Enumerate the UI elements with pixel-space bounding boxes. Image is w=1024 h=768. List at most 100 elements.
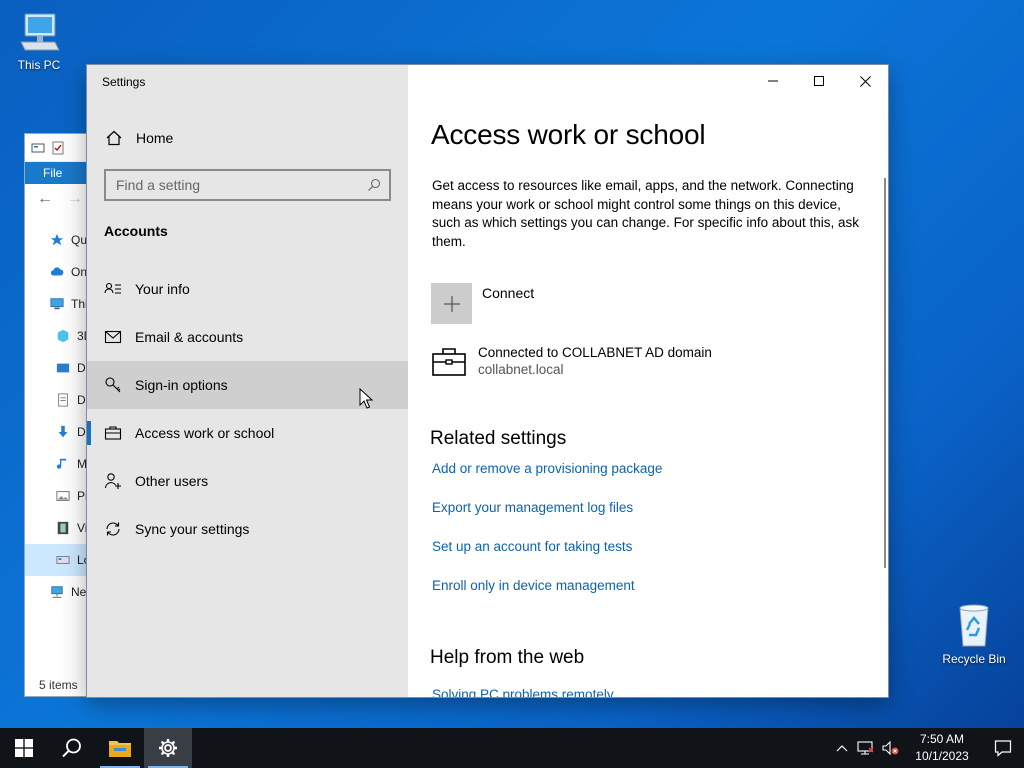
nav-label: Sign-in options bbox=[135, 377, 228, 393]
connect-button[interactable]: Connect bbox=[431, 283, 534, 324]
settings-nav-pane: Settings Home Accounts Your info Email &… bbox=[87, 65, 408, 697]
account-name: Connected to COLLABNET AD domain bbox=[478, 345, 712, 360]
link-solving-pc-problems[interactable]: Solving PC problems remotely bbox=[432, 687, 614, 697]
nav-label: Your info bbox=[135, 281, 190, 297]
this-pc-desktop-icon[interactable]: This PC bbox=[1, 10, 77, 72]
settings-content-pane: Access work or school Get access to reso… bbox=[408, 65, 888, 697]
scrollbar[interactable] bbox=[884, 178, 886, 568]
explorer-nav-row: ← → bbox=[25, 184, 93, 214]
tree-item-network[interactable]: Net bbox=[25, 576, 93, 608]
tree-item-videos[interactable]: Vi bbox=[25, 512, 93, 544]
recycle-bin-desktop-icon[interactable]: Recycle Bin bbox=[936, 602, 1012, 666]
system-tray: 7:50 AM 10/1/2023 bbox=[830, 728, 1024, 768]
maximize-icon bbox=[814, 76, 824, 86]
close-button[interactable] bbox=[842, 65, 888, 97]
search-taskbar-button[interactable] bbox=[48, 728, 96, 768]
notification-icon bbox=[994, 740, 1012, 757]
chevron-up-icon bbox=[836, 745, 848, 752]
person-card-icon bbox=[104, 282, 121, 294]
cube-icon bbox=[57, 329, 69, 343]
tree-item-local-disk[interactable]: Lo bbox=[25, 544, 93, 576]
tree-item-quick-access[interactable]: Qui bbox=[25, 224, 93, 256]
cloud-icon bbox=[50, 267, 64, 276]
nav-item-your-info[interactable]: Your info bbox=[87, 265, 408, 313]
nav-item-email-accounts[interactable]: Email & accounts bbox=[87, 313, 408, 361]
connected-account-item[interactable]: Connected to COLLABNET AD domain collabn… bbox=[432, 345, 712, 377]
volume-tray-button[interactable] bbox=[878, 728, 902, 768]
clock[interactable]: 7:50 AM 10/1/2023 bbox=[902, 731, 982, 765]
desktop-folder-icon bbox=[56, 363, 70, 373]
file-explorer-taskbar-button[interactable] bbox=[96, 728, 144, 768]
action-center-button[interactable] bbox=[982, 728, 1024, 768]
tree-item-documents[interactable]: Do bbox=[25, 384, 93, 416]
settings-window[interactable]: Settings Home Accounts Your info Email &… bbox=[87, 65, 888, 697]
nav-item-sync-settings[interactable]: Sync your settings bbox=[87, 505, 408, 553]
tree-item-pictures[interactable]: Pi bbox=[25, 480, 93, 512]
link-enroll-device-management[interactable]: Enroll only in device management bbox=[432, 578, 662, 617]
maximize-button[interactable] bbox=[796, 65, 842, 97]
help-from-web-heading: Help from the web bbox=[430, 647, 585, 668]
tree-item-desktop[interactable]: De bbox=[25, 352, 93, 384]
film-icon bbox=[57, 521, 69, 535]
related-settings-heading: Related settings bbox=[430, 428, 567, 449]
page-title: Access work or school bbox=[431, 119, 706, 150]
briefcase-icon bbox=[104, 426, 122, 440]
link-setup-test-account[interactable]: Set up an account for taking tests bbox=[432, 539, 662, 578]
home-label: Home bbox=[136, 130, 174, 146]
forward-arrow-icon[interactable]: → bbox=[67, 190, 83, 208]
nav-item-access-work-or-school[interactable]: Access work or school bbox=[87, 409, 408, 457]
network-icon bbox=[857, 741, 874, 755]
close-icon bbox=[859, 75, 871, 87]
tree-item-3d-objects[interactable]: 3D bbox=[25, 320, 93, 352]
back-arrow-icon[interactable]: ← bbox=[37, 190, 53, 208]
monitor-icon bbox=[50, 298, 64, 310]
network-tray-button[interactable] bbox=[854, 728, 878, 768]
page-description: Get access to resources like email, apps… bbox=[432, 178, 859, 249]
nav-label: Other users bbox=[135, 473, 209, 489]
recycle-bin-icon bbox=[959, 604, 989, 647]
settings-taskbar-button[interactable] bbox=[144, 728, 192, 768]
related-settings-links: Add or remove a provisioning package Exp… bbox=[432, 461, 662, 617]
computer-icon bbox=[20, 13, 60, 51]
folder-icon bbox=[109, 741, 131, 757]
document-icon bbox=[58, 393, 68, 407]
minimize-icon bbox=[768, 80, 778, 82]
picture-icon bbox=[56, 491, 70, 501]
clock-date: 10/1/2023 bbox=[915, 749, 969, 763]
briefcase-icon bbox=[432, 348, 466, 376]
search-icon[interactable] bbox=[367, 178, 381, 192]
search-input[interactable] bbox=[106, 171, 367, 199]
settings-search-box[interactable] bbox=[104, 169, 391, 201]
show-hidden-icons-button[interactable] bbox=[830, 728, 854, 768]
tree-item-onedrive[interactable]: One bbox=[25, 256, 93, 288]
nav-label: Email & accounts bbox=[135, 329, 244, 345]
window-title: Settings bbox=[102, 75, 146, 89]
nav-label: Sync your settings bbox=[135, 521, 250, 537]
key-icon bbox=[105, 377, 121, 393]
checklist-icon[interactable] bbox=[51, 141, 65, 155]
download-arrow-icon bbox=[58, 425, 68, 438]
nav-item-other-users[interactable]: Other users bbox=[87, 457, 408, 505]
drive-icon bbox=[56, 556, 70, 564]
mouse-cursor-icon bbox=[359, 388, 373, 409]
status-bar-item-count: 5 items bbox=[39, 678, 78, 692]
nav-label: Access work or school bbox=[135, 425, 275, 441]
search-icon bbox=[62, 738, 81, 758]
link-export-management-logs[interactable]: Export your management log files bbox=[432, 500, 662, 539]
account-domain: collabnet.local bbox=[478, 362, 564, 377]
sync-icon bbox=[106, 522, 120, 536]
gear-icon bbox=[159, 739, 177, 757]
link-provisioning-package[interactable]: Add or remove a provisioning package bbox=[432, 461, 662, 500]
tree-item-this-pc[interactable]: This bbox=[25, 288, 93, 320]
nav-home[interactable]: Home bbox=[87, 121, 408, 155]
file-tab[interactable]: File bbox=[25, 162, 93, 184]
properties-icon[interactable] bbox=[31, 141, 45, 155]
minimize-button[interactable] bbox=[750, 65, 796, 97]
file-explorer-window[interactable]: File ← → Qui One This 3D De Do Do M Pi V… bbox=[24, 133, 94, 697]
tree-item-downloads[interactable]: Do bbox=[25, 416, 93, 448]
home-icon bbox=[106, 130, 122, 146]
plus-icon bbox=[443, 295, 460, 312]
connect-label: Connect bbox=[482, 285, 535, 301]
start-button[interactable] bbox=[0, 728, 48, 768]
tree-item-music[interactable]: M bbox=[25, 448, 93, 480]
